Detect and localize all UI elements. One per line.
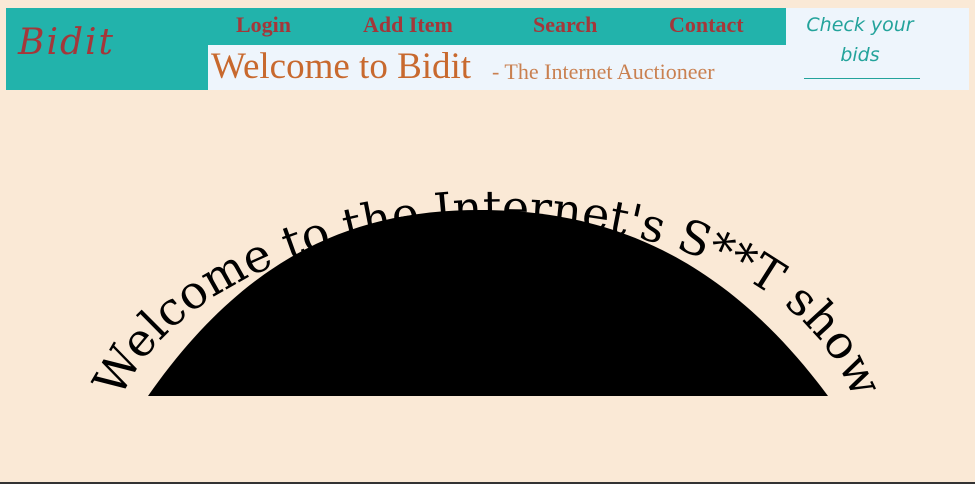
hero-graphic: Welcome to the Internet's S**T show [82, 180, 893, 405]
